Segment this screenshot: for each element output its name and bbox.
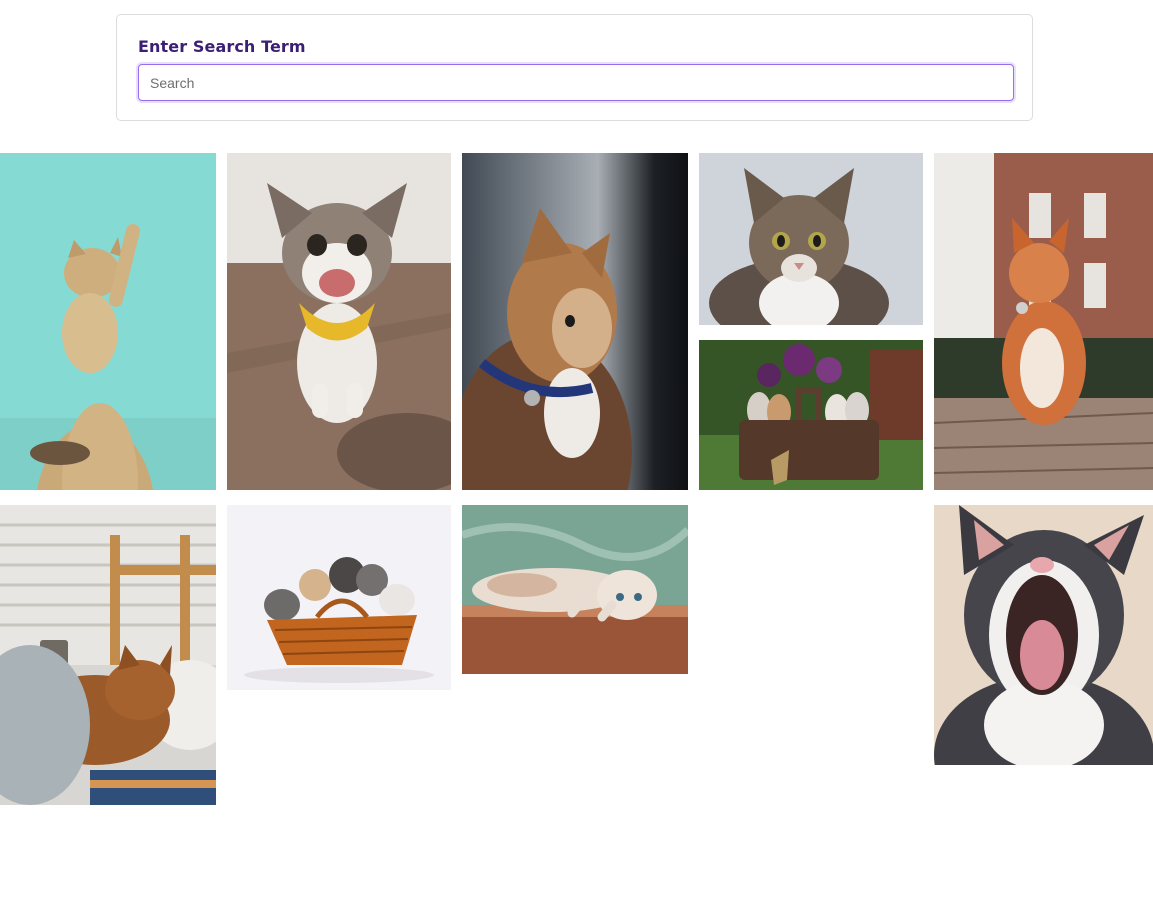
kittens-wicker-basket-image (227, 505, 451, 690)
gallery-image[interactable] (227, 153, 451, 490)
gallery-image[interactable] (699, 340, 923, 490)
gallery-image[interactable] (699, 153, 923, 325)
cat-profile-image (462, 153, 688, 490)
gallery-image[interactable] (934, 153, 1153, 490)
search-input[interactable] (138, 64, 1014, 101)
gallery-image[interactable] (0, 505, 216, 805)
gallery-image[interactable] (227, 505, 451, 690)
gallery-image[interactable] (462, 153, 688, 490)
yawning-cat-image (934, 505, 1153, 765)
cat-sleeping-bed-image (0, 505, 216, 805)
kitten-raising-paw-image (0, 153, 216, 490)
kittens-basket-grass-image (699, 340, 923, 490)
orange-cat-street-image (934, 153, 1153, 490)
gallery-image[interactable] (462, 505, 688, 674)
search-card: Enter Search Term (116, 14, 1033, 121)
search-label: Enter Search Term (138, 37, 306, 56)
gallery-image[interactable] (0, 153, 216, 490)
happy-cat-bandana-image (227, 153, 451, 490)
tabby-portrait-image (699, 153, 923, 325)
gallery-image[interactable] (934, 505, 1153, 765)
cat-lying-floor-image (462, 505, 688, 674)
